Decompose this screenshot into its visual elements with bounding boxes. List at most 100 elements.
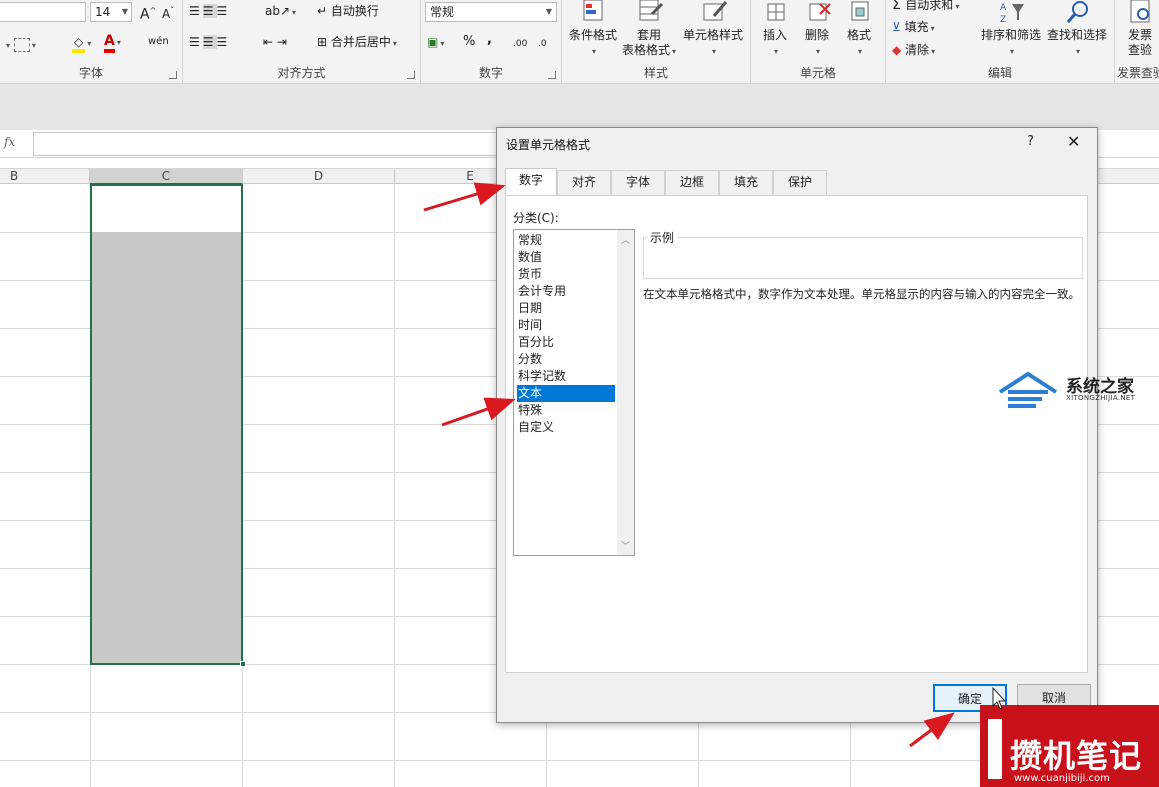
fill-color-button[interactable]: ◇ ▾ [72,34,91,53]
delete-button[interactable]: 删除 ▾ [799,0,835,59]
category-general[interactable]: 常规 [517,232,615,249]
orientation-button[interactable]: ab↗ ▾ [265,3,296,21]
wrap-text-icon: ↵ [317,4,331,18]
category-fraction[interactable]: 分数 [517,351,615,368]
column-header-b[interactable]: B [0,169,90,185]
category-currency[interactable]: 货币 [517,266,615,283]
cuanjibiji-url: www.cuanjibiji.com [1014,773,1110,784]
category-number[interactable]: 数值 [517,249,615,266]
scroll-down-icon[interactable]: ﹀ [621,539,630,552]
tab-border[interactable]: 边框 [665,170,719,195]
insert-button[interactable]: 插入 ▾ [757,0,793,59]
delete-cells-icon [809,3,831,21]
font-size-box[interactable]: 14 ▼ [90,2,132,22]
comma-button[interactable]: , [487,32,492,48]
sort-filter-icon: AZ [1000,3,1024,25]
shrink-font-button[interactable]: Aˇ [162,3,174,22]
align-middle-icon: ☰ [202,4,217,18]
indent-buttons[interactable]: ⇤ ⇥ [263,34,287,50]
wrap-text-button[interactable]: ↵ 自动换行 [317,3,379,19]
cells-group: 插入 ▾ 删除 ▾ 格式 ▾ 单元格 [751,0,886,84]
column-header-c[interactable]: C [90,169,243,185]
column-header-d[interactable]: D [243,169,395,185]
category-date[interactable]: 日期 [517,300,615,317]
number-format-value: 常规 [430,5,455,19]
cuanjibiji-watermark: 攒机笔记 www.cuanjibiji.com [980,705,1159,787]
align-right-icon: ☰ [216,35,231,49]
autosum-label: 自动求和 [905,0,954,12]
font-name-box[interactable] [0,2,86,22]
tab-number[interactable]: 数字 [505,168,557,196]
horizontal-align-buttons[interactable]: ☰☰☰ [189,34,230,50]
format-cells-dialog: 设置单元格格式 ? ✕ 数字 对齐 字体 边框 填充 保护 分类(C): 常规 … [496,127,1098,723]
category-accounting[interactable]: 会计专用 [517,283,615,300]
align-dialog-launcher[interactable] [407,71,415,79]
font-dialog-launcher[interactable] [169,71,177,79]
close-button[interactable]: ✕ [1067,132,1080,151]
invoice-check-icon [1130,0,1150,23]
decrease-decimal-button[interactable]: .0 [538,36,547,52]
cuanjibiji-title: 攒机笔记 [1010,737,1143,775]
xitongzhijia-watermark: 系统之家 XITONGZHIJIA.NET [996,370,1146,414]
border-button[interactable]: ▾ ▾ [4,36,36,54]
cell-styles-button[interactable]: 单元格样式 ▾ [680,0,746,59]
clear-label: 清除 [905,43,930,57]
percent-button[interactable]: % [463,34,475,50]
edit-group-label: 编辑 [987,66,1012,80]
svg-text:Z: Z [1000,15,1006,25]
align-top-icon: ☰ [189,4,203,18]
decrease-indent-icon: ⇤ [263,35,274,49]
font-color-button[interactable]: A ▾ [104,33,121,53]
category-scrollbar[interactable]: ︿ ﹀ [617,230,634,555]
invoice-check-button[interactable]: 发票 查验 [1121,0,1159,58]
edit-group: Σ 自动求和 ▾ ⊻ 填充 ▾ ◆ 清除 ▾ AZ 排序和筛选 ▾ 查找和选择 ▾ 编辑 [886,0,1115,84]
vertical-align-buttons[interactable]: ☰☰☰ [189,3,230,19]
number-format-select[interactable]: 常规 ▼ [425,2,557,22]
invoice-group: 发票查验 发票查验 [1115,0,1159,84]
align-group-label: 对齐方式 [277,66,326,80]
category-percentage[interactable]: 百分比 [517,334,615,351]
category-custom[interactable]: 自定义 [517,419,615,436]
fill-button[interactable]: ⊻ 填充 ▾ [892,19,935,37]
formula-input[interactable] [33,132,503,156]
clear-button[interactable]: ◆ 清除 ▾ [892,42,935,60]
sort-filter-button[interactable]: AZ 排序和筛选 ▾ [978,0,1044,59]
category-label: 分类(C): [513,211,559,225]
autosum-button[interactable]: Σ 自动求和 ▾ [892,0,959,15]
sample-label: 示例 [647,229,678,246]
align-left-icon: ☰ [189,35,203,49]
tab-font[interactable]: 字体 [611,170,665,195]
category-scientific[interactable]: 科学记数 [517,368,615,385]
find-select-button[interactable]: 查找和选择 ▾ [1044,0,1110,59]
align-bottom-icon: ☰ [216,4,231,18]
ribbon-band [0,84,1159,130]
accounting-format-button[interactable]: ▣ ▾ [427,34,444,52]
category-list[interactable]: 常规 数值 货币 会计专用 日期 时间 百分比 分数 科学记数 文本 特殊 自定… [513,229,635,556]
merge-center-button[interactable]: ⊞ 合并后居中 ▾ [317,34,397,52]
format-cells-button[interactable]: 格式 ▾ [841,0,877,59]
xitongzhijia-logo-icon [998,371,1058,408]
category-time[interactable]: 时间 [517,317,615,334]
fill-handle[interactable] [240,661,246,667]
conditional-format-button[interactable]: 条件格式 ▾ [565,0,621,59]
tab-alignment[interactable]: 对齐 [557,170,611,195]
help-button[interactable]: ? [1027,134,1034,149]
align-group: ☰☰☰ ab↗ ▾ ↵ 自动换行 ☰☰☰ ⇤ ⇥ ⊞ 合并后居中 ▾ 对齐方式 [183,0,421,84]
phonetic-button[interactable]: wén [148,34,169,50]
category-text[interactable]: 文本 [517,385,615,402]
format-as-table-button[interactable]: 套用 表格格式 ▾ [620,0,678,59]
category-special[interactable]: 特殊 [517,402,615,419]
cells-group-label: 单元格 [799,66,836,80]
selection-border [90,184,243,665]
fx-icon[interactable]: fx [4,135,15,149]
sample-box [643,237,1083,279]
styles-group: 条件格式 ▾ 套用 表格格式 ▾ 单元格样式 ▾ 样式 [562,0,751,84]
number-dialog-launcher[interactable] [548,71,556,79]
scroll-up-icon[interactable]: ︿ [621,233,630,246]
tab-fill[interactable]: 填充 [719,170,773,195]
grow-font-button[interactable]: A^ [140,3,156,23]
font-color-icon: A [104,33,115,53]
tab-protection[interactable]: 保护 [773,170,827,195]
fill-color-icon: ◇ [72,35,86,53]
increase-decimal-button[interactable]: .00 [513,36,527,52]
